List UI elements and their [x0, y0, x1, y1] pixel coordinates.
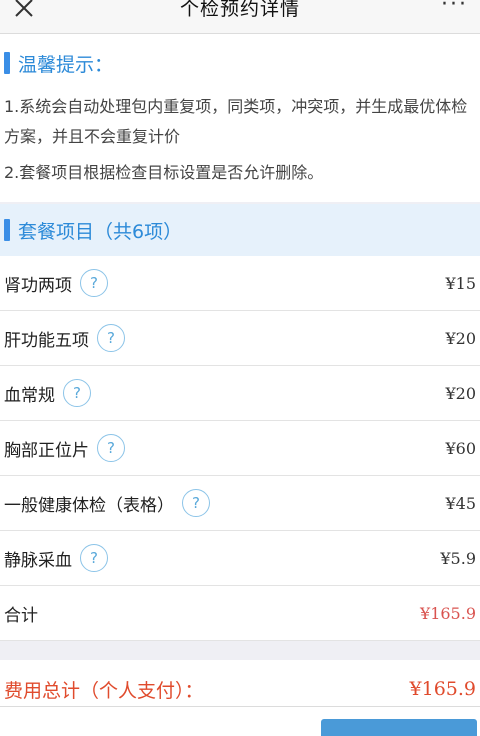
- item-price: ¥20: [445, 383, 476, 403]
- tips-panel: 温馨提示： 1.系统会自动处理包内重复项，同类项，冲突项，并生成最优体检方案，并…: [0, 34, 480, 202]
- help-icon[interactable]: ?: [97, 434, 125, 462]
- tip-line-2: 2.套餐项目根据检查目标设置是否允许删除。: [4, 163, 324, 182]
- list-item: 肝功能五项 ? ¥20: [0, 311, 480, 366]
- package-header: 套餐项目（共6项）: [0, 204, 480, 256]
- help-icon[interactable]: ?: [63, 379, 91, 407]
- item-name: 一般健康体检（表格）: [4, 495, 174, 516]
- list-item: 一般健康体检（表格） ? ¥45: [0, 476, 480, 531]
- list-item: 肾功两项 ? ¥15: [0, 256, 480, 311]
- total-value: ¥165.9: [420, 603, 476, 623]
- tips-heading: 温馨提示：: [18, 53, 114, 76]
- help-icon[interactable]: ?: [80, 269, 108, 297]
- bottom-action-bar: [0, 706, 480, 736]
- item-price: ¥20: [445, 328, 476, 348]
- item-name: 肾功两项: [4, 275, 72, 296]
- help-icon[interactable]: ?: [97, 324, 125, 352]
- list-item: 血常规 ? ¥20: [0, 366, 480, 421]
- section-marker: [4, 52, 10, 74]
- item-price: ¥5.9: [440, 548, 476, 568]
- submit-button[interactable]: [321, 719, 477, 736]
- item-name: 胸部正位片: [4, 440, 89, 461]
- navbar: 个检预约详情 ···: [0, 0, 480, 34]
- tips-header: 温馨提示：: [0, 36, 480, 90]
- package-heading: 套餐项目（共6项）: [18, 220, 183, 243]
- tip-line-1: 1.系统会自动处理包内重复项，同类项，冲突项，并生成最优体检方案，并且不会重复计…: [4, 97, 468, 146]
- help-icon[interactable]: ?: [80, 544, 108, 572]
- fee-amount: ¥165.9: [409, 678, 476, 700]
- more-menu-icon[interactable]: ···: [441, 0, 468, 17]
- item-price: ¥60: [445, 438, 476, 458]
- section-marker: [4, 219, 10, 241]
- help-icon[interactable]: ?: [182, 489, 210, 517]
- item-price: ¥45: [445, 493, 476, 513]
- fee-label: 费用总计（个人支付）：: [4, 679, 204, 702]
- page-title: 个检预约详情: [179, 0, 300, 20]
- total-row: 合计 ¥165.9: [0, 586, 480, 641]
- total-label: 合计: [4, 605, 38, 626]
- package-item-list: 肾功两项 ? ¥15 肝功能五项 ? ¥20 血常规 ? ¥20 胸部正位片 ?…: [0, 256, 480, 641]
- item-price: ¥15: [445, 273, 476, 293]
- item-name: 静脉采血: [4, 550, 72, 571]
- list-item: 静脉采血 ? ¥5.9: [0, 531, 480, 586]
- list-item: 胸部正位片 ? ¥60: [0, 421, 480, 476]
- item-name: 肝功能五项: [4, 330, 89, 351]
- item-name: 血常规: [4, 385, 55, 406]
